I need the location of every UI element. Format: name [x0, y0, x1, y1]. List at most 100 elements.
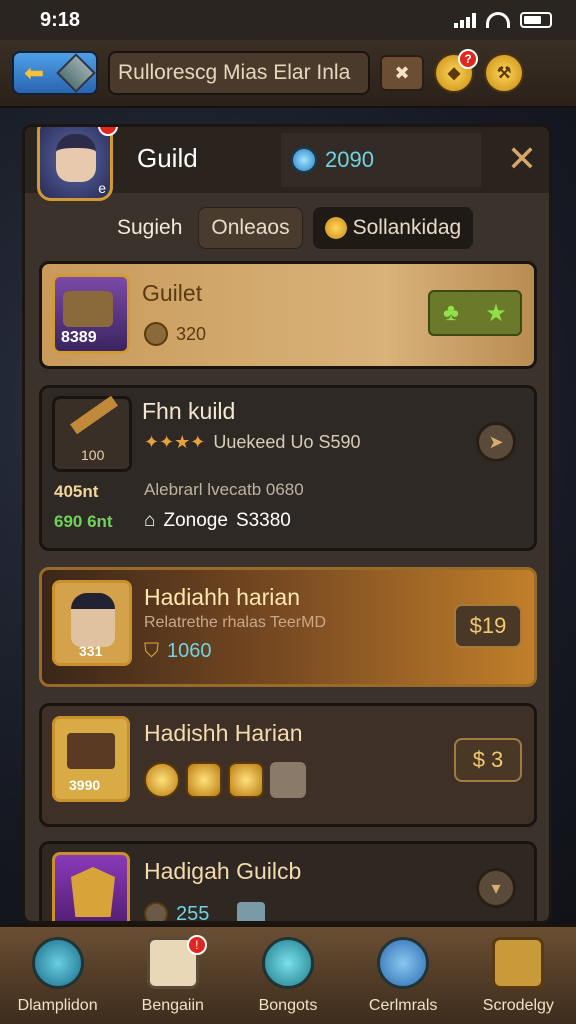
guild-card-hadishh-harian[interactable]: 3990 Hadishh Harian $ 3 [39, 703, 537, 827]
nav-item-bongots[interactable]: Bongots [234, 937, 342, 1015]
stat-value: 255 [176, 902, 210, 924]
nav-item-cerlmrals[interactable]: Cerlmrals [349, 937, 457, 1015]
items-icon: ✦✦★✦ [144, 432, 206, 452]
guild-card-hadiahh-harian[interactable]: 331 Hadiahh harian Relatrethe rhalas Tee… [39, 567, 537, 687]
guild-card-hadigah-guilcb[interactable]: Hadigah Guilcb 255 ▾ [39, 841, 537, 924]
anvil-icon [67, 733, 115, 769]
currency-display: 2090 [281, 133, 481, 187]
nav-badge: ! [186, 935, 207, 955]
star-icon: ★ [485, 299, 507, 327]
close-button[interactable]: ✕ [507, 141, 537, 177]
gem-row: ⛉ 1060 [144, 640, 212, 663]
nav-label: Scrodelgy [482, 997, 554, 1014]
currency-value: 2090 [325, 147, 374, 172]
gold-bars-icon [228, 762, 264, 798]
hero-icon [71, 593, 115, 647]
stat-value: 320 [176, 323, 207, 344]
nav-item-bengaiin[interactable]: ! Bengaiin [119, 935, 227, 1015]
location-title: Rullorescg Mias Elar Inla [108, 51, 370, 95]
zone-row: ⌂ Zonoge S3380 [144, 510, 291, 532]
panel-header: e Guild 2090 ✕ [25, 127, 549, 201]
token-icon [144, 322, 168, 346]
chevron-down-icon: ▾ [491, 877, 501, 898]
bottom-nav: Dlamplidon ! Bengaiin Bongots Cerlmrals … [0, 924, 576, 1024]
sub-line: Alebrarl lvecatb 0680 [144, 480, 304, 499]
tab-sollankidag[interactable]: Sollankidag [312, 207, 474, 249]
nav-label: Dlamplidon [17, 997, 98, 1014]
quill-icon [377, 937, 430, 989]
coin-icon [144, 762, 180, 798]
gem-icon [291, 147, 317, 173]
package-icon [237, 902, 266, 921]
card-thumbnail: 331 [52, 580, 132, 666]
arrow-left-icon: ⬅ [24, 59, 45, 87]
map-icon: ✖ [394, 62, 410, 83]
back-button[interactable]: ⬅ [12, 51, 98, 95]
hammer-icon: ⚒ [496, 65, 512, 82]
card-title: Hadigah Guilcb [144, 858, 302, 884]
nav-item-scrodelgy[interactable]: Scrodelgy [464, 937, 572, 1015]
tab-label: Sollankidag [352, 216, 462, 239]
status-time: 9:18 [40, 8, 81, 31]
card-desc: Uuekeed Uo S590 [213, 432, 361, 452]
nav-item-dlamplidon[interactable]: Dlamplidon [4, 937, 112, 1015]
tab-sugieh[interactable]: Sugieh [111, 207, 188, 249]
shield-icon: ⛉ [144, 640, 159, 662]
stat-a: 405nt [54, 482, 99, 501]
tab-onleaos[interactable]: Onleaos [198, 207, 303, 249]
card-desc-row: ✦✦★✦ Uuekeed Uo S590 [144, 432, 361, 453]
portrait-icon [56, 134, 96, 182]
status-bar: 9:18 [0, 0, 576, 40]
guild-card-guilet[interactable]: 8389 Guilet 320 ♣ ★ [39, 261, 537, 369]
sword-icon [70, 395, 118, 435]
gem-value: 1060 [167, 640, 212, 662]
house-icon: ⌂ [144, 510, 156, 531]
gift-icon [270, 762, 306, 798]
signal-icon [454, 12, 476, 28]
map-button[interactable]: ✖ [380, 55, 424, 91]
tab-bar: Sugieh Onleaos Sollankidag [25, 205, 549, 251]
guild-panel: e Guild 2090 ✕ Sugieh Onleaos Sollankida… [22, 124, 552, 924]
player-avatar[interactable]: e [37, 127, 118, 201]
status-icons [454, 12, 552, 28]
card-thumbnail [52, 852, 130, 921]
nav-label: Bongots [258, 997, 318, 1014]
coin-icon [324, 217, 347, 239]
avatar-level: e [98, 180, 106, 196]
gold-stack-icon [186, 762, 222, 798]
sprout-icon: ♣ [443, 299, 459, 326]
panel-title: Guild [137, 143, 198, 173]
crystal-icon [56, 53, 96, 93]
thumb-value: 3990 [69, 777, 101, 793]
card-desc: Relatrethe rhalas TeerMD [144, 614, 327, 631]
thumb-value: 8389 [61, 329, 97, 346]
thumb-value: 100 [81, 447, 105, 463]
buy-button[interactable]: $19 [454, 604, 522, 648]
reward-row [144, 762, 306, 798]
battery-icon [520, 12, 552, 28]
stat-b: 690 6nt [54, 512, 113, 531]
thumb-value: 331 [79, 643, 103, 659]
token-icon [144, 902, 168, 921]
info-button[interactable]: ➤ [476, 422, 516, 462]
crate-icon [63, 291, 113, 327]
zone-label: Zonoge [163, 510, 228, 531]
claim-button[interactable]: ♣ ★ [428, 290, 522, 336]
card-title: Hadiahh harian [144, 584, 301, 610]
mask-icon [71, 867, 115, 917]
expand-button[interactable]: ▾ [476, 868, 516, 908]
zone-value: S3380 [235, 510, 291, 531]
card-stat: 255 [144, 902, 266, 924]
wifi-icon [486, 12, 510, 28]
close-icon: ✕ [506, 138, 537, 179]
avatar-alert-badge [98, 127, 118, 136]
coin-icon: ◆ [447, 65, 461, 82]
settings-button[interactable]: ⚒ [484, 53, 524, 93]
chest-icon [492, 937, 545, 989]
magnifier-icon [31, 937, 84, 989]
buy-button[interactable]: $ 3 [454, 738, 522, 782]
rewards-button[interactable]: ◆ ? [434, 49, 478, 93]
controller-icon [261, 937, 314, 989]
guild-card-fhn-kuild[interactable]: 100 Fhn kuild ✦✦★✦ Uuekeed Uo S590 405nt… [39, 385, 537, 551]
card-title: Hadishh Harian [144, 720, 303, 746]
